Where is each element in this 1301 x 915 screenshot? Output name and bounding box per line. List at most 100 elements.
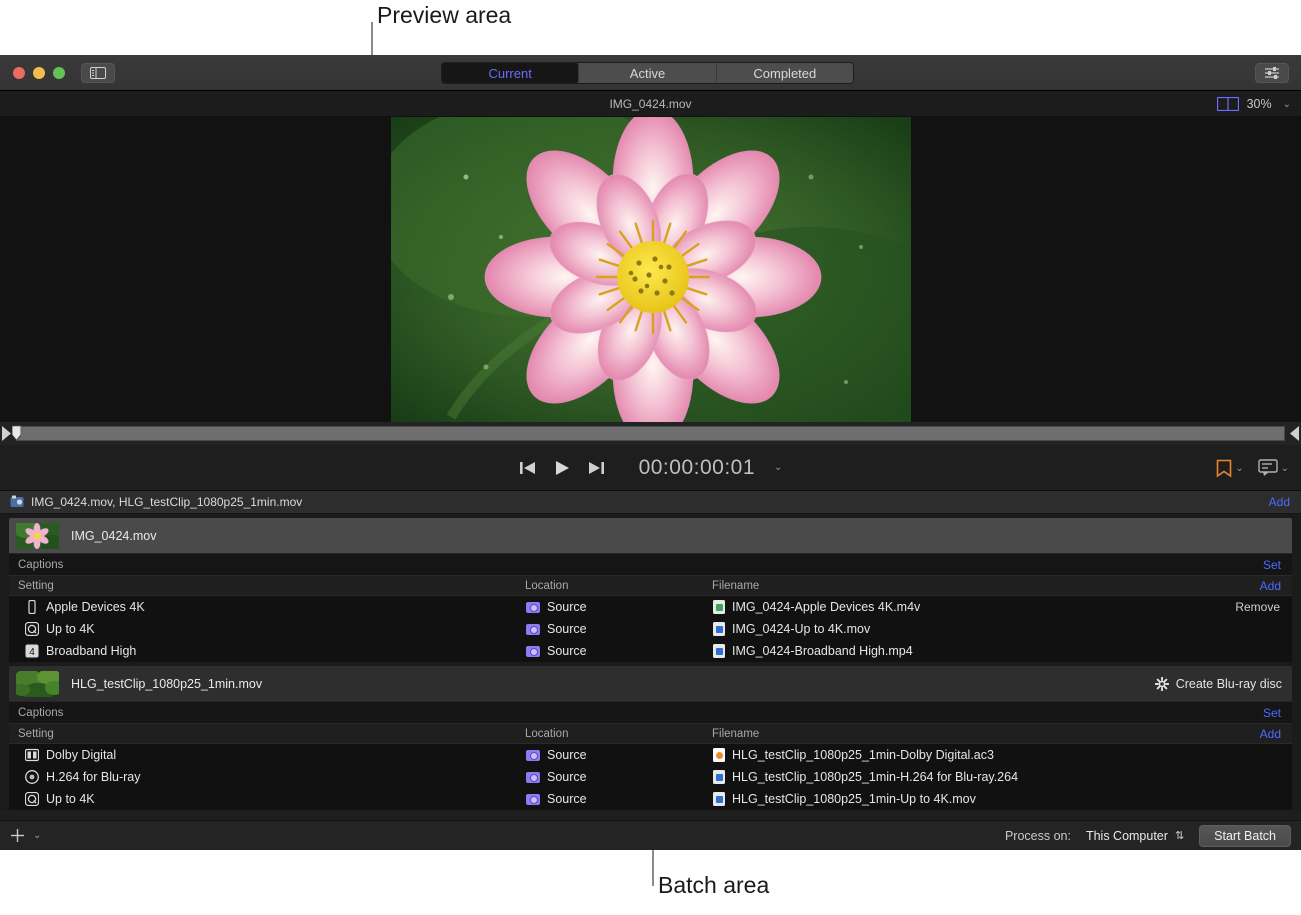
compressor-window: Current Active Completed IMG_0424.mov — [0, 55, 1301, 850]
preview-header-controls: 30% ⌄ — [1217, 91, 1291, 117]
process-on-value: This Computer — [1086, 829, 1168, 843]
caption-chevron-down-icon[interactable]: ⌄ — [1281, 463, 1289, 474]
location-cell[interactable]: Source — [526, 644, 587, 658]
timecode-display[interactable]: 00:00:00:01 — [639, 456, 755, 480]
scrubber-track[interactable] — [16, 426, 1285, 441]
start-batch-button[interactable]: Start Batch — [1199, 825, 1291, 847]
add-file-button[interactable]: ⌄ — [10, 828, 41, 843]
add-chevron-down-icon[interactable]: ⌄ — [33, 830, 41, 841]
remove-link[interactable]: Remove — [1235, 600, 1280, 614]
filename-text: IMG_0424-Up to 4K.mov — [732, 622, 870, 636]
setting-row[interactable]: H.264 for Blu-ray Source HLG_testClip_10… — [9, 766, 1292, 788]
location-cell[interactable]: Source — [526, 792, 587, 806]
captions-set-link[interactable]: Set — [1263, 706, 1281, 720]
svg-text:4: 4 — [29, 647, 35, 658]
tab-active[interactable]: Active — [579, 63, 716, 83]
preview-header: IMG_0424.mov 30% ⌄ — [0, 91, 1301, 117]
caption-control[interactable]: ⌄ — [1258, 459, 1289, 477]
flower-thumbnail-image — [16, 523, 59, 549]
tab-current[interactable]: Current — [442, 63, 579, 83]
filename-text: IMG_0424-Broadband High.mp4 — [732, 644, 913, 658]
filename-cell: IMG_0424-Apple Devices 4K.m4v — [713, 600, 920, 614]
setting-row[interactable]: 4 Broadband High Source IMG_0424-Broadba… — [9, 640, 1292, 662]
ac3-file-icon — [713, 748, 725, 762]
setting-add-link[interactable]: Add — [1260, 727, 1281, 741]
setting-name: Up to 4K — [46, 792, 95, 806]
filename-text: HLG_testClip_1080p25_1min-Up to 4K.mov — [732, 792, 976, 806]
setting-row[interactable]: Apple Devices 4K Source IMG_0424-Apple D… — [9, 596, 1292, 618]
job-header[interactable]: IMG_0424.mov — [9, 518, 1292, 553]
preview-file-title: IMG_0424.mov — [609, 97, 691, 111]
location-cell[interactable]: Source — [526, 770, 587, 784]
filename-cell: HLG_testClip_1080p25_1min-Up to 4K.mov — [713, 792, 976, 806]
filename-cell: IMG_0424-Up to 4K.mov — [713, 622, 870, 636]
mov-file-icon — [713, 792, 725, 806]
caption-bubble-icon — [1258, 459, 1278, 477]
captions-label: Captions — [18, 707, 63, 719]
tab-completed[interactable]: Completed — [717, 63, 853, 83]
batch-header-title: IMG_0424.mov, HLG_testClip_1080p25_1min.… — [31, 495, 302, 509]
sidebar-toggle-icon — [90, 67, 106, 79]
setting-cell: H.264 for Blu-ray — [25, 770, 140, 784]
chevron-down-icon[interactable]: ⌄ — [1283, 99, 1291, 110]
source-folder-icon — [526, 646, 540, 657]
captions-row: Captions Set — [9, 553, 1292, 575]
location-cell[interactable]: Source — [526, 600, 587, 614]
play-icon[interactable] — [553, 459, 571, 477]
zoom-level-value[interactable]: 30% — [1247, 97, 1272, 111]
quicktime-icon — [25, 792, 39, 806]
column-header-setting: Setting — [18, 580, 54, 592]
skip-to-end-icon[interactable] — [587, 460, 605, 476]
sliders-icon — [1264, 66, 1280, 80]
location-cell[interactable]: Source — [526, 622, 587, 636]
setting-row[interactable]: Up to 4K Source HLG_testClip_1080p25_1mi… — [9, 788, 1292, 810]
filename-text: HLG_testClip_1080p25_1min-Dolby Digital.… — [732, 748, 994, 762]
window-titlebar: Current Active Completed — [0, 55, 1301, 91]
setting-row[interactable]: Up to 4K Source IMG_0424-Up to 4K.mov — [9, 618, 1292, 640]
batch-area: IMG_0424.mov, HLG_testClip_1080p25_1min.… — [0, 491, 1301, 810]
settings-column-header: Setting Location Filename Add — [9, 723, 1292, 744]
playhead-icon[interactable] — [12, 425, 21, 442]
job-header[interactable]: HLG_testClip_1080p25_1min.mov Create B — [9, 666, 1292, 701]
process-on-select[interactable]: This Computer ⇅ — [1080, 827, 1190, 845]
marker-control[interactable]: ⌄ — [1216, 459, 1243, 478]
setting-cell: Up to 4K — [25, 792, 95, 806]
skip-to-start-icon[interactable] — [519, 460, 537, 476]
setting-cell: Apple Devices 4K — [25, 600, 145, 614]
minimize-button[interactable] — [33, 67, 45, 79]
gear-icon — [1155, 677, 1169, 691]
location-name: Source — [547, 770, 587, 784]
process-on-label: Process on: — [1005, 829, 1071, 843]
window-controls — [13, 67, 65, 79]
captions-set-link[interactable]: Set — [1263, 558, 1281, 572]
settings-button[interactable] — [1255, 63, 1289, 83]
dolby-digital-icon — [25, 748, 39, 762]
zoom-button[interactable] — [53, 67, 65, 79]
job-thumbnail — [16, 671, 59, 697]
batch-area-callout-label: Batch area — [658, 872, 769, 899]
transport-right-controls: ⌄ ⌄ — [1216, 445, 1289, 491]
job-name: HLG_testClip_1080p25_1min.mov — [71, 677, 262, 691]
range-start-marker-icon[interactable] — [2, 426, 12, 441]
batch-header: IMG_0424.mov, HLG_testClip_1080p25_1min.… — [0, 491, 1301, 514]
process-controls: Process on: This Computer ⇅ Start Batch — [1005, 825, 1291, 847]
close-button[interactable] — [13, 67, 25, 79]
location-name: Source — [547, 644, 587, 658]
setting-add-link[interactable]: Add — [1260, 579, 1281, 593]
marker-chevron-down-icon[interactable]: ⌄ — [1235, 463, 1243, 474]
timecode-chevron-down-icon[interactable]: ⌄ — [774, 462, 782, 473]
view-tabs[interactable]: Current Active Completed — [441, 62, 854, 84]
create-bluray-action[interactable]: Create Blu-ray disc — [1155, 677, 1282, 691]
range-end-marker-icon[interactable] — [1289, 426, 1299, 441]
location-name: Source — [547, 600, 587, 614]
sidebar-toggle-button[interactable] — [81, 63, 115, 83]
setting-cell: 4 Broadband High — [25, 644, 136, 658]
filename-text: IMG_0424-Apple Devices 4K.m4v — [732, 600, 920, 614]
split-view-icon[interactable] — [1217, 97, 1239, 111]
batch-icon — [10, 495, 24, 509]
location-cell[interactable]: Source — [526, 748, 587, 762]
batch-add-link[interactable]: Add — [1269, 495, 1290, 509]
setting-row[interactable]: Dolby Digital Source HLG_testClip_1080p2… — [9, 744, 1292, 766]
timeline-scrubber[interactable] — [0, 422, 1301, 445]
setting-name: Broadband High — [46, 644, 136, 658]
